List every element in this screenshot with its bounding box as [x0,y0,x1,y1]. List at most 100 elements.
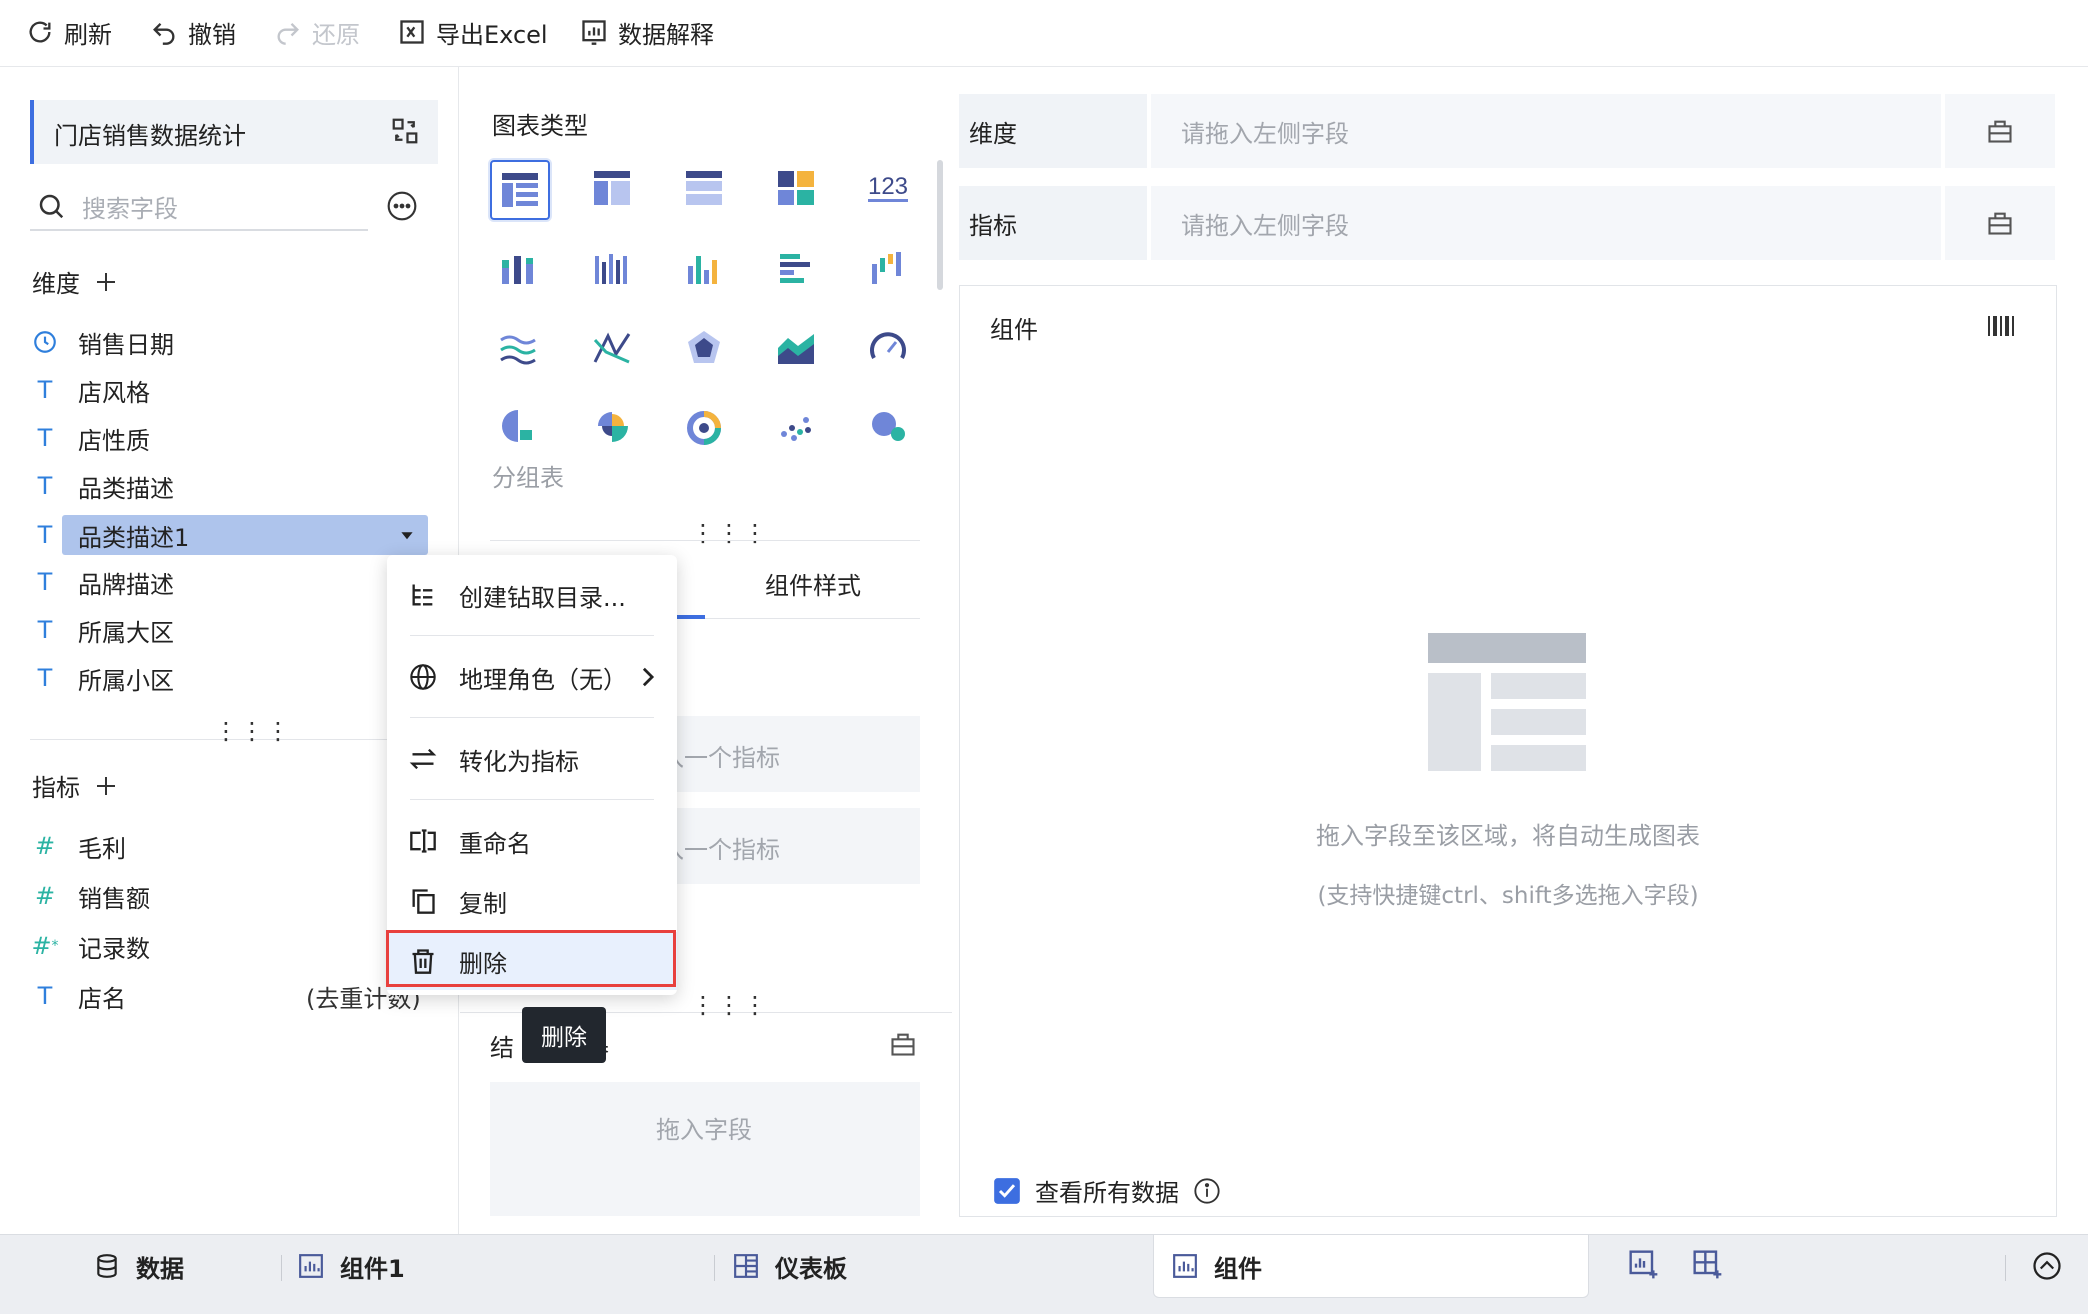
database-icon [97,1254,117,1278]
tab-data[interactable]: 数据 [94,1235,184,1297]
chart-type-gauge[interactable] [860,320,916,376]
tab-dashboard-label: 仪表板 [775,1254,847,1283]
number-icon: # [34,882,56,910]
bar-chart-icon [780,254,810,283]
tab-component-style[interactable]: 组件样式 [765,566,861,601]
dimension-label: 品类描述1 [78,523,190,552]
barcode-settings-icon[interactable] [1986,312,2016,340]
chart-type-waterfall[interactable] [860,240,916,296]
detail-table-icon [594,171,630,205]
field-search[interactable]: 搜索字段 [30,185,368,231]
chart-type-pie[interactable] [490,398,546,454]
tab-component1[interactable]: 组件1 [298,1235,405,1297]
chart-type-radar[interactable] [676,320,732,376]
dimension-item[interactable]: T 所属大区 [30,610,174,650]
tab-data-label: 数据 [136,1254,184,1283]
menu-geo-role[interactable]: 地理角色（无） [387,648,677,706]
chart-type-grouped-table[interactable] [490,160,550,220]
chart-type-kpi-card[interactable] [768,160,824,216]
chart-type-polyline[interactable] [584,320,640,376]
redo-button[interactable]: 还原 [274,14,360,50]
metric-toolbox-button[interactable] [1945,186,2055,260]
switch-dataset-icon[interactable] [390,116,420,146]
drag-handle-icon[interactable]: ⋮⋮⋮ [691,993,769,1017]
field-context-menu: 创建钻取目录... 地理角色（无） 转化为指标 重命名 复制 删除 [387,555,677,995]
selected-chart-label: 分组表 [492,464,564,492]
metric-row: 指标 请拖入左侧字段 [959,186,2055,260]
metrics-title: 指标 [32,774,80,802]
redo-icon [277,23,299,45]
dimension-item[interactable]: T 品牌描述 [30,562,174,602]
chart-type-rose[interactable] [584,398,640,454]
dropdown-caret-icon[interactable] [400,528,414,542]
menu-copy[interactable]: 复制 [387,872,677,930]
metric-item[interactable]: # 销售额 [30,876,150,916]
metric-item[interactable]: # * 记录数 [30,926,150,966]
dataset-selector[interactable]: 门店销售数据统计 [30,100,438,164]
tab-component[interactable]: 组件 [1172,1235,1262,1297]
area-chart-icon [778,334,814,364]
export-excel-button[interactable]: 导出Excel [398,14,548,50]
dimension-item[interactable]: 销售日期 [30,322,174,362]
metric-item[interactable]: # 毛利 [30,826,126,866]
dimension-drop-area[interactable]: 请拖入左侧字段 [1151,94,1941,168]
dashboard-icon [734,1254,758,1278]
chart-type-scrollbar[interactable] [937,160,943,290]
chart-type-grouped-column[interactable] [584,240,640,296]
undo-button[interactable]: 撤销 [150,14,236,50]
metric-drop-area[interactable]: 请拖入左侧字段 [1151,186,1941,260]
checkbox-checked-icon[interactable] [993,1177,1021,1205]
more-options-icon[interactable] [386,190,418,222]
excel-icon [400,20,424,44]
search-input[interactable]: 搜索字段 [82,189,178,224]
collapse-up-icon[interactable] [2032,1251,2062,1281]
metric-item[interactable]: T 店名 (去重计数) [30,976,430,1016]
tab-dashboard[interactable]: 仪表板 [733,1235,847,1297]
drag-handle-icon[interactable]: ⋮⋮⋮ [214,719,292,743]
dimension-item[interactable]: T 店性质 [30,418,150,458]
chart-type-bar[interactable] [768,240,824,296]
refresh-button[interactable]: 刷新 [26,14,112,50]
menu-convert-to-metric[interactable]: 转化为指标 [387,730,677,788]
chart-type-multilayer-pie[interactable] [676,398,732,454]
cross-table-icon [686,171,722,205]
data-explain-button[interactable]: 数据解释 [580,14,714,50]
menu-create-drill[interactable]: 创建钻取目录... [387,566,677,624]
add-dimension-icon[interactable] [94,270,118,294]
chart-type-scatter[interactable] [768,398,824,454]
dimension-item[interactable]: T 所属小区 [30,658,174,698]
chart-tab-icon [1173,1254,1197,1278]
multilayer-pie-icon [687,411,721,445]
number-123-icon: 123 [868,173,908,202]
menu-divider [410,635,654,636]
dimension-toolbox-button[interactable] [1945,94,2055,168]
add-component-icon[interactable] [1628,1249,1660,1281]
result-filter-drop-zone[interactable]: 拖入字段 [490,1082,920,1216]
result-filter-title-prefix: 结 [490,1034,514,1062]
drag-handle-icon[interactable]: ⋮⋮⋮ [691,521,769,545]
number-icon: # [34,832,56,860]
chart-type-number[interactable]: 123 [860,160,916,216]
chart-type-stacked-column[interactable] [490,240,546,296]
view-all-data-toggle[interactable]: 查看所有数据 [993,1173,1221,1208]
dimension-item-selected[interactable]: T 品类描述1 [30,515,190,555]
chart-type-line[interactable] [490,320,546,376]
menu-rename[interactable]: 重命名 [387,812,677,870]
chart-type-area[interactable] [768,320,824,376]
info-icon[interactable] [1193,1177,1221,1205]
chart-type-bubble[interactable] [860,398,916,454]
toolbox-icon[interactable] [889,1030,917,1058]
chart-type-column[interactable] [676,240,732,296]
component-title: 组件 [990,316,1038,344]
metric-label: 店名 [78,984,126,1013]
metric-drop-placeholder: 入一个指标 [660,744,780,772]
chart-type-detail-table[interactable] [584,160,640,216]
chevron-right-icon [642,667,655,687]
dimension-item[interactable]: T 店风格 [30,370,150,410]
add-dashboard-icon[interactable] [1692,1249,1724,1281]
chart-type-cross-table[interactable] [676,160,732,216]
dimension-item[interactable]: T 品类描述 [30,466,174,506]
add-metric-icon[interactable] [94,774,118,798]
grouped-table-icon [502,173,538,207]
view-all-data-label: 查看所有数据 [1035,1179,1179,1207]
